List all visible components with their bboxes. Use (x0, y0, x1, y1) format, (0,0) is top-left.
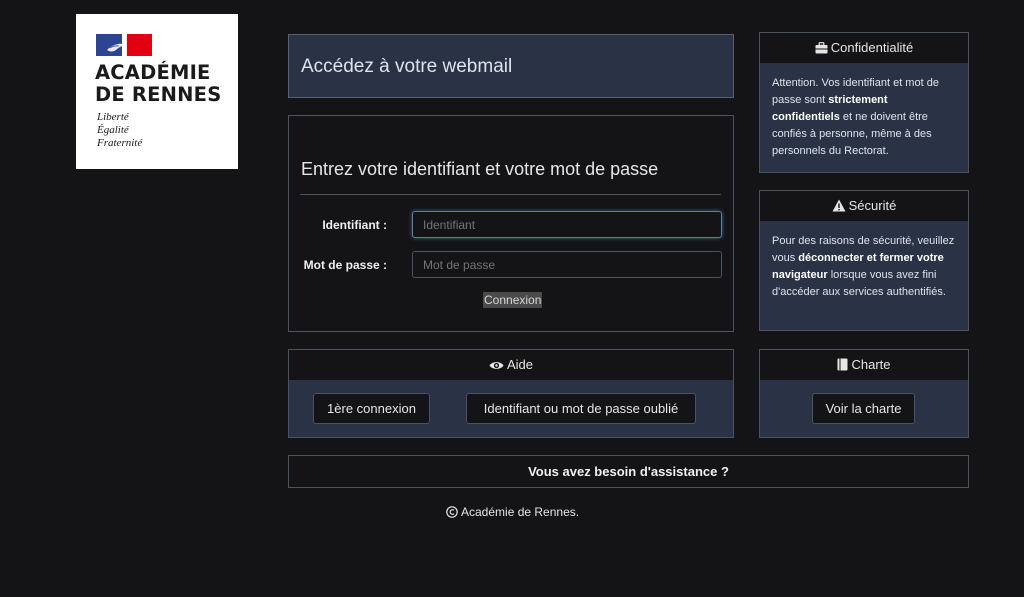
charte-panel: Charte Voir la charte (759, 349, 969, 438)
assistance-panel[interactable]: Vous avez besoin d'assistance ? (288, 455, 969, 488)
charte-title: Charte (851, 357, 891, 372)
confidentialite-text: Attention. Vos identifiant et mot de pas… (760, 63, 968, 172)
assistance-title: Vous avez besoin d'assistance ? (528, 464, 729, 479)
page-title: Accédez à votre webmail (301, 56, 513, 77)
aide-header: Aide (289, 350, 733, 380)
securite-text: Pour des raisons de sécurité, veuillez v… (760, 221, 968, 330)
password-input[interactable] (412, 251, 722, 278)
charte-header: Charte (760, 350, 968, 380)
password-label: Mot de passe : (303, 258, 387, 272)
first-connection-button[interactable]: 1ère connexion (313, 393, 430, 424)
username-input[interactable] (412, 211, 722, 238)
logo-title: ACADÉMIE DE RENNES (95, 61, 222, 106)
warning-icon (832, 199, 846, 212)
login-heading: Entrez votre identifiant et votre mot de… (301, 159, 659, 179)
charte-body: Voir la charte (760, 380, 968, 437)
marianne-flag-icon (96, 34, 152, 56)
securite-title: Sécurité (848, 198, 897, 213)
footer: Académie de Rennes. (446, 505, 579, 519)
connexion-button[interactable]: Connexion (483, 292, 543, 308)
academie-logo: ACADÉMIE DE RENNES Liberté Égalité Frate… (76, 14, 238, 169)
securite-panel: Sécurité Pour des raisons de sécurité, v… (759, 190, 969, 331)
aide-body: 1ère connexion Identifiant ou mot de pas… (289, 380, 733, 437)
aide-panel: Aide 1ère connexion Identifiant ou mot d… (288, 349, 734, 438)
book-icon (837, 358, 848, 371)
confidentialite-title: Confidentialité (830, 40, 914, 55)
confidentialite-header: Confidentialité (760, 33, 968, 63)
username-label: Identifiant : (322, 218, 387, 232)
divider (300, 194, 721, 195)
forgot-credentials-button[interactable]: Identifiant ou mot de passe oublié (466, 393, 696, 424)
securite-header: Sécurité (760, 191, 968, 221)
page-title-panel: Accédez à votre webmail (288, 34, 734, 98)
confidentialite-panel: Confidentialité Attention. Vos identifia… (759, 32, 969, 173)
logo-motto: Liberté Égalité Fraternité (97, 111, 143, 149)
aide-title: Aide (506, 357, 534, 372)
copyright-icon (446, 506, 458, 518)
footer-text: Académie de Rennes. (461, 505, 580, 519)
eye-icon (489, 362, 504, 369)
login-form: Entrez votre identifiant et votre mot de… (288, 115, 734, 332)
briefcase-icon (815, 42, 828, 54)
view-charter-button[interactable]: Voir la charte (812, 393, 915, 424)
